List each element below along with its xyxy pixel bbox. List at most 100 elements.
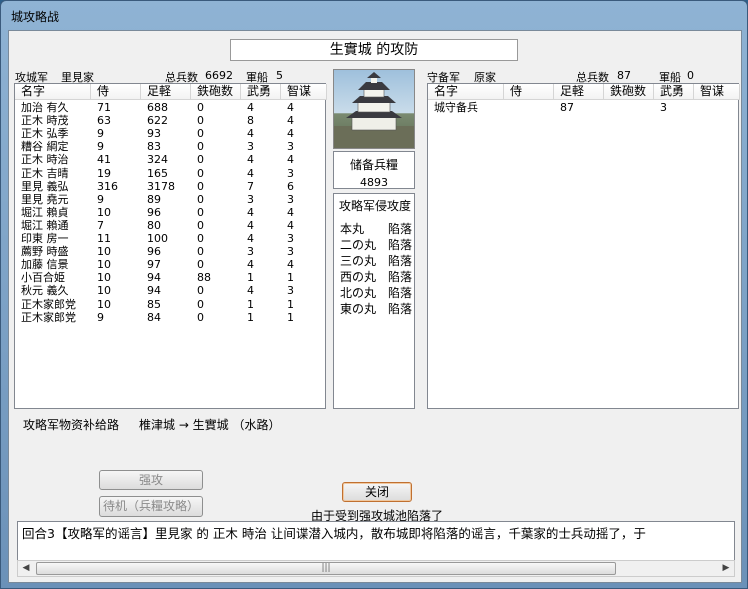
attacker-cell-valor: 1	[247, 297, 254, 311]
attacker-cell-name: 秋元 義久	[21, 284, 69, 298]
attacker-cell-ashigaru: 80	[147, 218, 161, 232]
progress-box: 攻略军侵攻度 本丸 陷落 二の丸 陷落 三の丸 陷落 西の丸 陷落 北の丸 陷落 東の丸 陷落	[333, 193, 415, 409]
progress-status: 陷落	[388, 238, 413, 252]
progress-area: 西の丸	[340, 270, 377, 284]
attacker-col-name[interactable]: 名字	[15, 84, 91, 100]
attacker-cell-wisdom: 4	[287, 101, 294, 114]
defender-col-valor[interactable]: 武勇	[654, 84, 694, 100]
attacker-cell-samurai: 71	[97, 101, 111, 114]
progress-status: 陷落	[388, 302, 413, 316]
attacker-row[interactable]: 正木 時治 41 324 0 4 4	[15, 153, 325, 166]
progress-area: 東の丸	[340, 302, 377, 316]
scroll-left-icon[interactable]: ◀	[18, 561, 34, 576]
attacker-cell-wisdom: 3	[287, 232, 294, 245]
defender-list[interactable]: 名字侍足軽 鉄砲数 武勇 智谋 城守备兵 87 3	[427, 83, 740, 409]
attacker-cell-valor: 4	[247, 258, 254, 272]
attacker-row[interactable]: 加藤 信景 10 97 0 4 4	[15, 258, 325, 271]
close-button[interactable]: 关闭	[342, 482, 412, 502]
attacker-col-samurai[interactable]: 侍	[91, 84, 141, 100]
attacker-total: 6692	[205, 69, 233, 82]
attacker-cell-guns: 0	[197, 218, 204, 232]
attacker-cell-guns: 0	[197, 166, 204, 180]
progress-area: 本丸	[340, 222, 365, 236]
attacker-col-ashigaru[interactable]: 足軽	[141, 84, 191, 100]
attacker-cell-valor: 8	[247, 114, 254, 128]
castle-image	[333, 69, 415, 149]
attacker-cell-guns: 0	[197, 101, 204, 114]
log-scrollbar[interactable]: ◀ ||| ▶	[17, 560, 735, 577]
attacker-cell-valor: 4	[247, 101, 254, 114]
attacker-cell-samurai: 10	[97, 271, 111, 285]
attacker-list[interactable]: 名字侍足軽 鉄砲数 武勇 智谋 加治 有久 71 688 0 4 4 正木 時茂 63 622 0 8 4 正木…	[14, 83, 327, 409]
progress-status: 陷落	[388, 254, 413, 268]
attacker-cell-guns: 0	[197, 179, 204, 193]
attacker-cell-ashigaru: 89	[147, 192, 161, 206]
supply-label: 攻略军物资补给路	[23, 418, 120, 432]
attacker-cell-samurai: 10	[97, 284, 111, 298]
attacker-row[interactable]: 堀江 賴貞 10 96 0 4 4	[15, 206, 325, 219]
attacker-row[interactable]: 正木 吉晴 19 165 0 4 3	[15, 167, 325, 180]
attacker-cell-samurai: 9	[97, 127, 104, 141]
attacker-cell-samurai: 7	[97, 218, 104, 232]
attacker-cell-ashigaru: 96	[147, 245, 161, 259]
attacker-row[interactable]: 小百合姫 10 94 88 1 1	[15, 271, 325, 284]
attacker-cell-wisdom: 3	[287, 284, 294, 298]
defender-cell-valor: 3	[660, 101, 667, 114]
scroll-right-icon[interactable]: ▶	[718, 561, 734, 576]
attacker-cell-samurai: 41	[97, 153, 111, 167]
attacker-row[interactable]: 加治 有久 71 688 0 4 4	[15, 101, 325, 114]
progress-status: 陷落	[388, 222, 413, 236]
attacker-cell-name: 薦野 時盛	[21, 245, 69, 259]
attacker-cell-guns: 0	[197, 140, 204, 154]
attacker-cell-name: 堀江 賴通	[21, 218, 69, 232]
attacker-cell-ashigaru: 324	[147, 153, 168, 167]
defender-cell-name: 城守备兵	[434, 101, 478, 114]
attacker-cell-name: 正木 時治	[21, 153, 69, 167]
defender-row[interactable]: 城守备兵 87 3	[428, 101, 738, 114]
scroll-thumb[interactable]: |||	[36, 562, 616, 575]
attacker-row[interactable]: 里見 堯元 9 89 0 3 3	[15, 193, 325, 206]
attacker-row[interactable]: 印東 房一 11 100 0 4 3	[15, 232, 325, 245]
attacker-cell-valor: 3	[247, 140, 254, 154]
attacker-cell-guns: 0	[197, 114, 204, 128]
defender-col-ashigaru[interactable]: 足軽	[554, 84, 604, 100]
attacker-cell-guns: 0	[197, 153, 204, 167]
attacker-cell-wisdom: 3	[287, 245, 294, 259]
attacker-row[interactable]: 正木家郎党 10 85 0 1 1	[15, 298, 325, 311]
supply-route: 椎津城 → 生實城 （水路）	[139, 418, 281, 432]
attacker-row[interactable]: 正木家郎党 9 84 0 1 1	[15, 311, 325, 324]
attacker-cell-wisdom: 1	[287, 310, 294, 324]
attacker-cell-wisdom: 3	[287, 140, 294, 154]
attacker-row[interactable]: 里見 義弘 316 3178 0 7 6	[15, 180, 325, 193]
attacker-row[interactable]: 正木 時茂 63 622 0 8 4	[15, 114, 325, 127]
storage-box: 储备兵糧 4893	[333, 151, 415, 189]
attacker-cell-name: 堀江 賴貞	[21, 205, 69, 219]
attacker-cell-wisdom: 4	[287, 127, 294, 141]
attacker-cell-guns: 0	[197, 205, 204, 219]
attacker-cell-name: 正木 弘季	[21, 127, 69, 141]
attacker-cell-name: 加治 有久	[21, 101, 69, 114]
attacker-col-guns[interactable]: 鉄砲数	[191, 84, 241, 100]
attacker-cell-samurai: 10	[97, 245, 111, 259]
attacker-row[interactable]: 薦野 時盛 10 96 0 3 3	[15, 245, 325, 258]
attacker-cell-wisdom: 4	[287, 114, 294, 128]
attacker-cell-ashigaru: 97	[147, 258, 161, 272]
attacker-row[interactable]: 正木 弘季 9 93 0 4 4	[15, 127, 325, 140]
attacker-col-wisdom[interactable]: 智谋	[281, 84, 327, 100]
defender-col-samurai[interactable]: 侍	[504, 84, 554, 100]
attacker-cell-samurai: 316	[97, 179, 118, 193]
defender-col-name[interactable]: 名字	[428, 84, 504, 100]
attacker-row[interactable]: 堀江 賴通 7 80 0 4 4	[15, 219, 325, 232]
progress-area: 北の丸	[340, 286, 377, 300]
defender-col-wisdom[interactable]: 智谋	[694, 84, 740, 100]
attacker-cell-wisdom: 4	[287, 218, 294, 232]
attacker-row[interactable]: 秋元 義久 10 94 0 4 3	[15, 284, 325, 297]
attacker-cell-name: 小百合姫	[21, 271, 65, 285]
attacker-col-valor[interactable]: 武勇	[241, 84, 281, 100]
attacker-cell-valor: 4	[247, 205, 254, 219]
defender-col-guns[interactable]: 鉄砲数	[604, 84, 654, 100]
attacker-row[interactable]: 糟谷 綱定 9 83 0 3 3	[15, 140, 325, 153]
attacker-cell-samurai: 10	[97, 297, 111, 311]
wait-button[interactable]: 待机（兵糧攻略）	[99, 496, 203, 517]
attack-button[interactable]: 强攻	[99, 470, 203, 490]
